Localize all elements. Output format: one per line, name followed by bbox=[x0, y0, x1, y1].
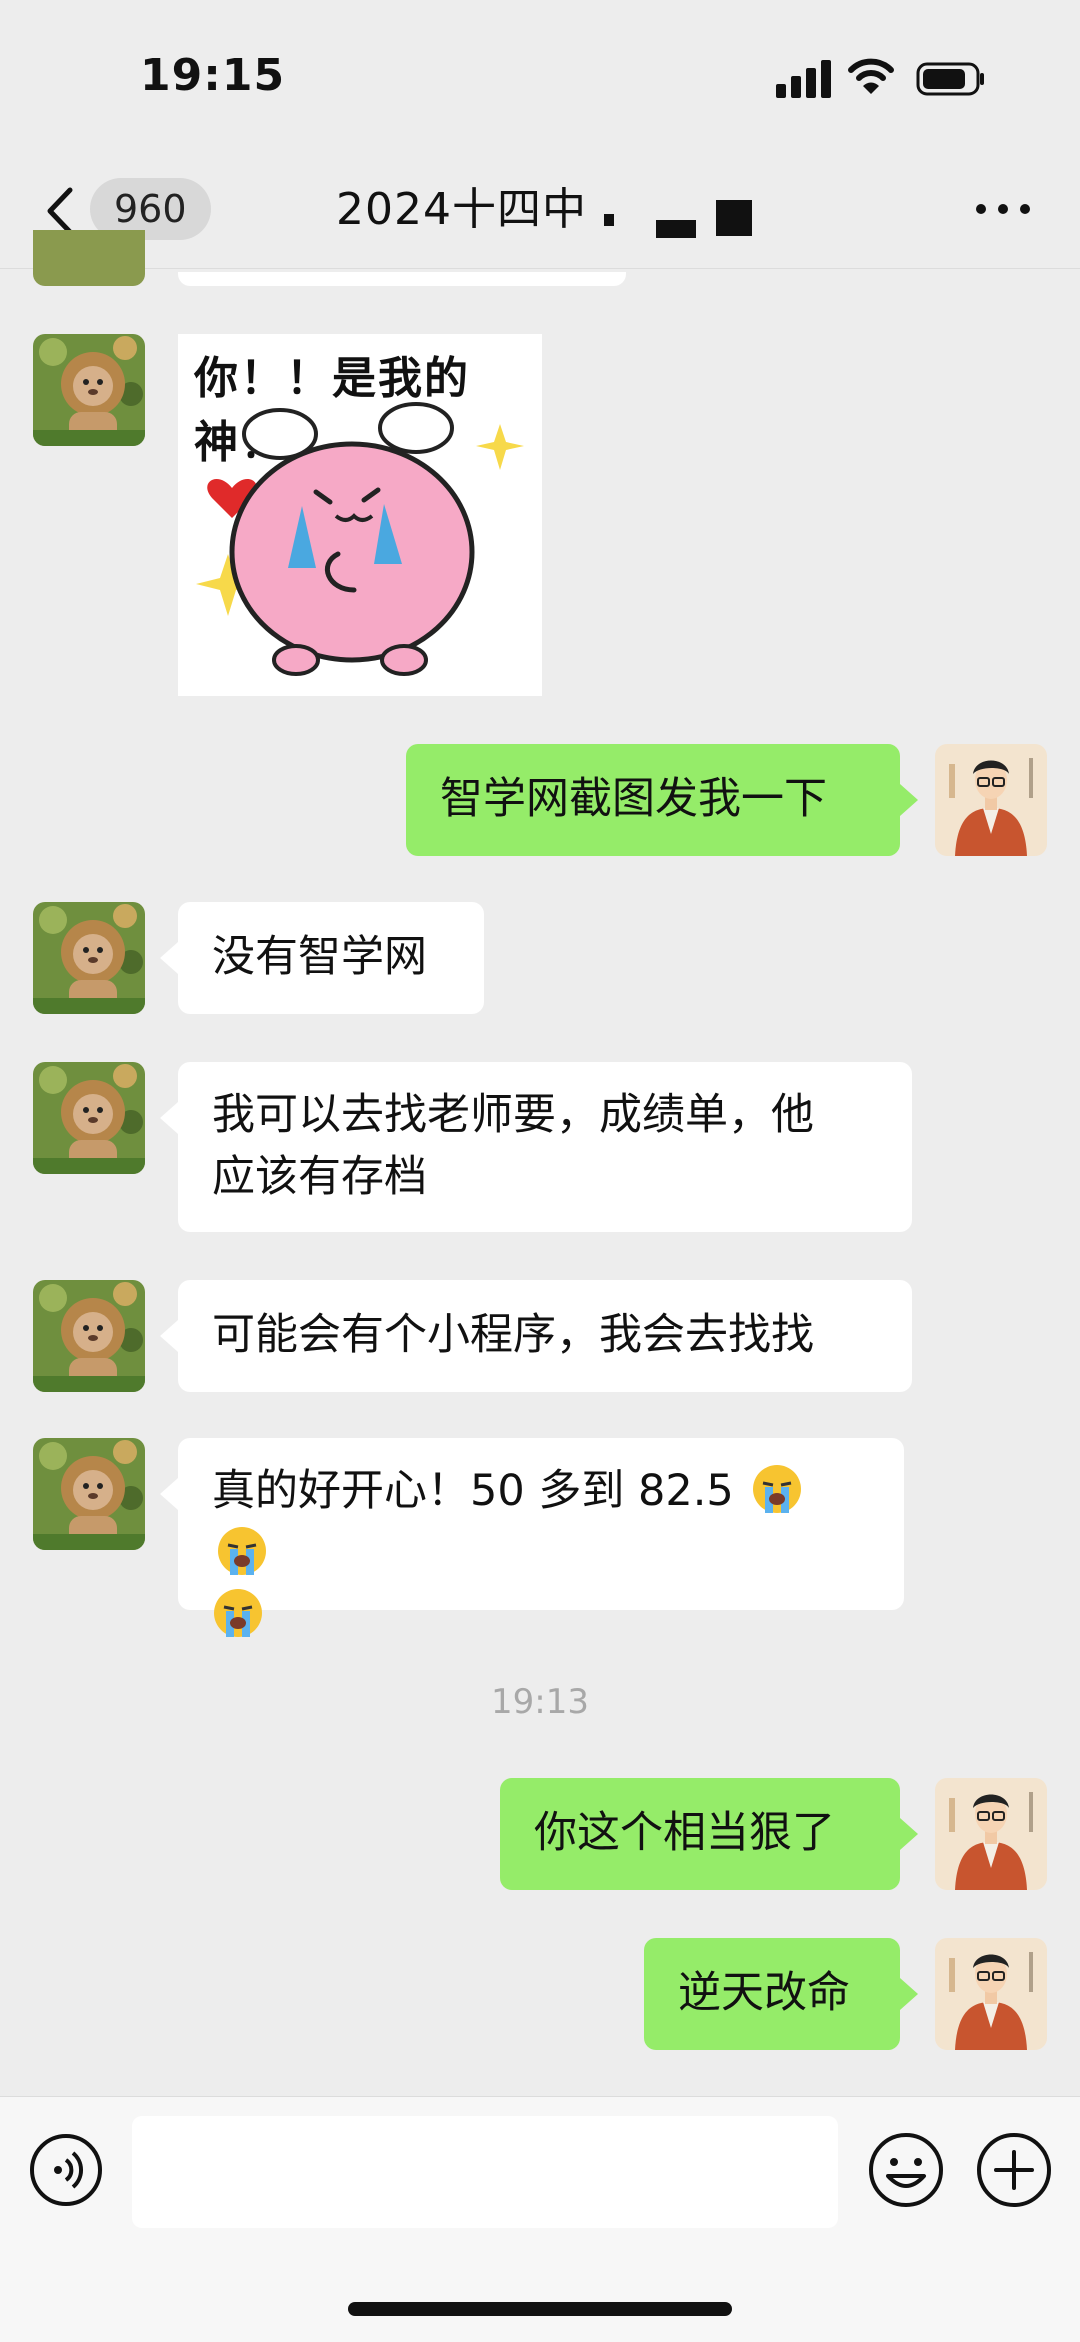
back-chevron-icon[interactable] bbox=[40, 186, 80, 236]
bubble-tail bbox=[160, 1478, 178, 1510]
sticker-message[interactable]: 你！！是我的神！！ bbox=[178, 334, 542, 696]
battery-icon bbox=[916, 62, 984, 96]
contact-avatar[interactable] bbox=[33, 902, 145, 1014]
home-indicator bbox=[348, 2302, 732, 2316]
bubble-tail bbox=[160, 1102, 178, 1134]
crying-angel-sticker-icon bbox=[196, 402, 524, 676]
voice-input-icon[interactable] bbox=[28, 2132, 104, 2208]
incoming-message-bubble[interactable]: 我可以去找老师要，成绩单，他 应该有存档 bbox=[178, 1062, 912, 1232]
bubble-tail bbox=[160, 942, 178, 974]
outgoing-message-bubble[interactable]: 智学网截图发我一下 bbox=[406, 744, 900, 856]
more-options-icon[interactable] bbox=[976, 196, 1032, 220]
redaction-mark bbox=[716, 200, 752, 236]
contact-avatar[interactable] bbox=[33, 230, 145, 286]
redaction-mark bbox=[604, 214, 614, 226]
message-line: 应该有存档 bbox=[212, 1152, 427, 1202]
incoming-message-bubble[interactable]: 可能会有个小程序，我会去找找 bbox=[178, 1280, 912, 1392]
more-actions-plus-icon[interactable] bbox=[974, 2130, 1054, 2210]
message-text: 真的好开心！50 多到 82.5 bbox=[212, 1466, 734, 1516]
loudly-crying-face-icon bbox=[214, 1589, 262, 1637]
bubble-tail bbox=[900, 784, 918, 816]
outgoing-message-bubble[interactable]: 你这个相当狠了 bbox=[500, 1778, 900, 1890]
status-bar: 19:15 bbox=[0, 0, 1080, 160]
status-time: 19:15 bbox=[140, 50, 286, 101]
loudly-crying-face-icon bbox=[753, 1465, 802, 1513]
outgoing-message-bubble[interactable]: 逆天改命 bbox=[644, 1938, 900, 2050]
incoming-message-bubble[interactable]: 没有智学网 bbox=[178, 902, 484, 1014]
self-avatar[interactable] bbox=[935, 744, 1047, 856]
cellular-signal-icon bbox=[776, 58, 836, 98]
contact-avatar[interactable] bbox=[33, 1438, 145, 1550]
emoji-picker-icon[interactable] bbox=[866, 2130, 946, 2210]
wifi-icon bbox=[848, 58, 894, 94]
previous-message-bubble[interactable] bbox=[178, 272, 626, 286]
message-timestamp: 19:13 bbox=[491, 1682, 589, 1722]
self-avatar[interactable] bbox=[935, 1938, 1047, 2050]
message-input[interactable] bbox=[132, 2116, 838, 2228]
message-line: 我可以去找老师要，成绩单，他 bbox=[212, 1090, 814, 1140]
incoming-message-bubble[interactable]: 真的好开心！50 多到 82.5 bbox=[178, 1438, 904, 1637]
loudly-crying-face-icon bbox=[218, 1527, 266, 1575]
contact-avatar[interactable] bbox=[33, 1280, 145, 1392]
chat-title[interactable]: 2024十四中 bbox=[336, 180, 587, 240]
contact-avatar[interactable] bbox=[33, 1062, 145, 1174]
contact-avatar[interactable] bbox=[33, 334, 145, 446]
self-avatar[interactable] bbox=[935, 1778, 1047, 1890]
bubble-tail bbox=[900, 1818, 918, 1850]
bubble-tail bbox=[900, 1978, 918, 2010]
redaction-mark bbox=[656, 220, 696, 238]
bubble-tail bbox=[160, 1320, 178, 1352]
